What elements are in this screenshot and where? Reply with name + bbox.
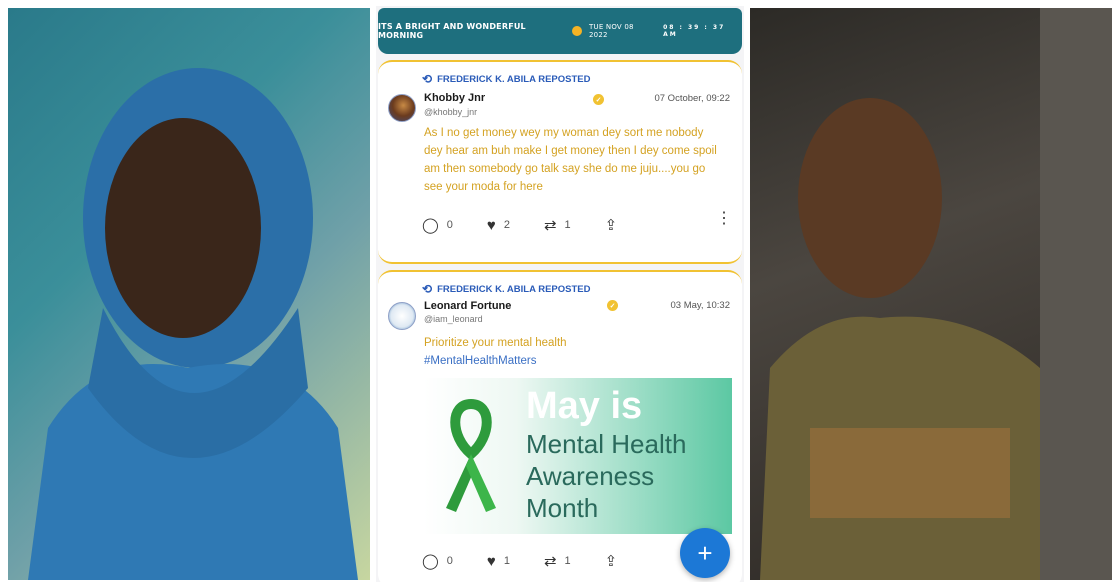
compose-button[interactable]: + <box>680 528 730 578</box>
left-photo <box>8 8 370 580</box>
repost-icon: ⟲ <box>422 72 433 86</box>
post-actions: ◯ 0 ♥ 2 ⇄ 1 ⇪ <box>422 216 722 235</box>
reply-icon: ◯ <box>422 553 439 570</box>
verified-icon: ✓ <box>607 300 618 311</box>
repost-header[interactable]: ⟲ FREDERICK K. ABILA REPOSTED <box>422 72 590 86</box>
post-card[interactable]: ⟲ FREDERICK K. ABILA REPOSTED Leonard Fo… <box>378 270 742 582</box>
image-line: Awareness <box>526 461 655 491</box>
image-subtitle: Mental Health Awareness Month <box>526 428 686 524</box>
verified-icon: ✓ <box>593 94 604 105</box>
reply-button[interactable]: ◯ 0 <box>422 216 453 234</box>
banner-clock: 08 : 39 : 37 AM <box>663 24 726 38</box>
like-button[interactable]: ♥ 1 <box>487 553 510 570</box>
post-text: Prioritize your mental health #MentalHea… <box>424 334 724 370</box>
post-card[interactable]: ⟲ FREDERICK K. ABILA REPOSTED Khobby Jnr… <box>378 60 742 264</box>
hashtag-link[interactable]: #MentalHealthMatters <box>424 352 724 370</box>
repost-count: 1 <box>564 219 571 231</box>
like-button[interactable]: ♥ 2 <box>487 217 510 234</box>
reply-icon: ◯ <box>422 217 439 234</box>
image-line: Month <box>526 493 599 523</box>
left-person-image <box>28 68 358 580</box>
post-timestamp: 03 May, 10:32 <box>670 300 730 311</box>
post-text-line: Prioritize your mental health <box>424 337 567 349</box>
add-icon: + <box>697 537 713 568</box>
like-count: 2 <box>503 219 510 231</box>
post-actions: ◯ 0 ♥ 1 ⇄ 1 ⇪ <box>422 552 722 571</box>
banner-date: TUE NOV 08 2022 <box>589 23 634 39</box>
image-line: Mental Health <box>526 429 687 459</box>
post-image[interactable]: May is Mental Health Awareness Month <box>424 378 732 534</box>
repost-header[interactable]: ⟲ FREDERICK K. ABILA REPOSTED <box>422 282 590 296</box>
author-handle[interactable]: @khobby_jnr <box>424 107 477 117</box>
smile-emoji-icon <box>572 26 583 36</box>
repost-button[interactable]: ⇄ 1 <box>544 216 571 234</box>
retweet-icon: ⇄ <box>543 217 557 234</box>
like-count: 1 <box>503 555 510 567</box>
repost-icon: ⟲ <box>422 282 433 296</box>
right-photo <box>750 8 1112 580</box>
author-name[interactable]: Khobby Jnr <box>424 92 485 104</box>
reply-button[interactable]: ◯ 0 <box>422 552 453 570</box>
heart-icon: ♥ <box>486 552 496 570</box>
avatar[interactable] <box>388 302 416 330</box>
greeting-banner: ITS A BRIGHT AND WONDERFUL MORNING TUE N… <box>378 8 742 54</box>
share-icon: ⇪ <box>604 217 618 234</box>
author-name[interactable]: Leonard Fortune <box>424 300 511 312</box>
reply-count: 0 <box>446 555 453 567</box>
social-feed-screen: ITS A BRIGHT AND WONDERFUL MORNING TUE N… <box>376 6 744 582</box>
repost-label: FREDERICK K. ABILA REPOSTED <box>437 73 591 85</box>
post-timestamp: 07 October, 09:22 <box>654 93 730 104</box>
repost-label: FREDERICK K. ABILA REPOSTED <box>437 283 591 295</box>
more-icon[interactable]: ⋮ <box>716 211 732 227</box>
retweet-icon: ⇄ <box>543 553 557 570</box>
author-handle[interactable]: @iam_leonard <box>424 314 483 324</box>
right-person-image <box>760 8 1112 580</box>
reply-count: 0 <box>446 219 453 231</box>
repost-button[interactable]: ⇄ 1 <box>544 552 571 570</box>
avatar[interactable] <box>388 94 416 122</box>
heart-icon: ♥ <box>486 216 496 234</box>
share-icon: ⇪ <box>604 553 618 570</box>
share-button[interactable]: ⇪ <box>605 216 618 234</box>
post-text: As I no get money wey my woman dey sort … <box>424 127 717 193</box>
image-headline: May is <box>526 385 643 427</box>
repost-count: 1 <box>564 555 571 567</box>
share-button[interactable]: ⇪ <box>605 552 618 570</box>
greeting-text: ITS A BRIGHT AND WONDERFUL MORNING <box>378 22 526 40</box>
awareness-ribbon-icon <box>446 398 496 512</box>
